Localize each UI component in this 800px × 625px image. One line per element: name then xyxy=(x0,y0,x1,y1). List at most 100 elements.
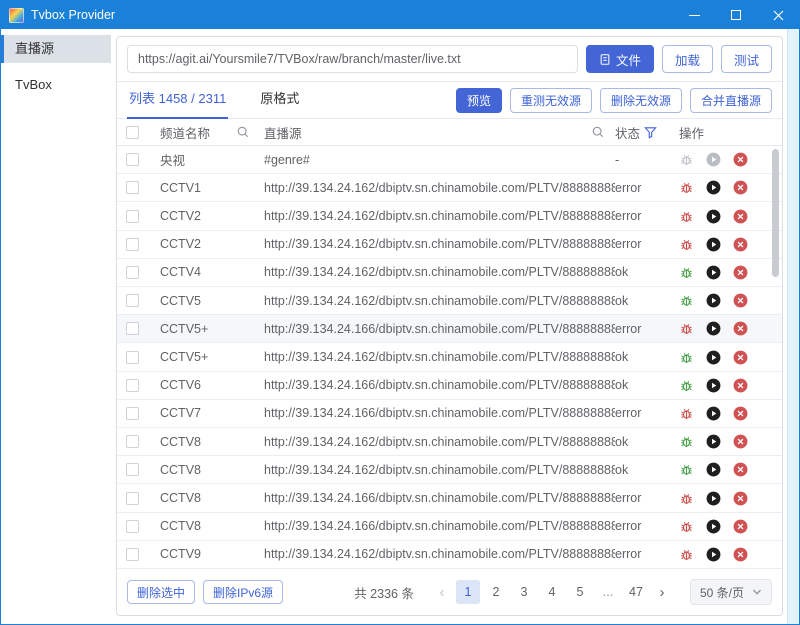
source-search-icon[interactable] xyxy=(591,125,605,139)
row-checkbox[interactable] xyxy=(126,520,139,533)
delete-button[interactable] xyxy=(733,321,748,336)
bug-test-icon[interactable] xyxy=(679,519,694,534)
retest-invalid-button[interactable]: 重测无效源 xyxy=(510,88,592,113)
maximize-button[interactable] xyxy=(715,1,757,29)
bug-test-icon[interactable] xyxy=(679,209,694,224)
window-scrollbar[interactable] xyxy=(787,29,799,624)
prev-page-icon[interactable]: ‹ xyxy=(432,584,452,601)
play-button[interactable] xyxy=(706,237,721,252)
load-button[interactable]: 加载 xyxy=(662,45,713,73)
bug-test-icon[interactable] xyxy=(679,434,694,449)
page-47[interactable]: 47 xyxy=(624,580,648,604)
row-checkbox[interactable] xyxy=(126,210,139,223)
select-all-checkbox[interactable] xyxy=(126,126,139,139)
delete-button[interactable] xyxy=(733,519,748,534)
merge-sources-button[interactable]: 合并直播源 xyxy=(690,88,772,113)
delete-button[interactable] xyxy=(733,406,748,421)
table-scrollbar[interactable] xyxy=(772,149,779,277)
row-checkbox[interactable] xyxy=(126,379,139,392)
bug-test-icon[interactable] xyxy=(679,491,694,506)
name-search-icon[interactable] xyxy=(236,125,250,139)
delete-button[interactable] xyxy=(733,293,748,308)
bug-test-icon[interactable] xyxy=(679,265,694,280)
delete-button[interactable] xyxy=(733,209,748,224)
tab-list[interactable]: 列表 1458 / 2311 xyxy=(127,81,228,119)
delete-button[interactable] xyxy=(733,491,748,506)
bug-test-icon[interactable] xyxy=(679,547,694,562)
play-button[interactable] xyxy=(706,378,721,393)
play-button[interactable] xyxy=(706,321,721,336)
status-filter-icon[interactable] xyxy=(644,126,657,139)
table-row[interactable]: CCTV5 http://39.134.24.162/dbiptv.sn.chi… xyxy=(117,287,782,315)
table-row[interactable]: CCTV7 http://39.134.24.166/dbiptv.sn.chi… xyxy=(117,400,782,428)
play-button[interactable] xyxy=(706,491,721,506)
minimize-button[interactable] xyxy=(673,1,715,29)
delete-button[interactable] xyxy=(733,350,748,365)
row-checkbox[interactable] xyxy=(126,294,139,307)
page-1[interactable]: 1 xyxy=(456,580,480,604)
delete-button[interactable] xyxy=(733,237,748,252)
page-5[interactable]: 5 xyxy=(568,580,592,604)
delete-button[interactable] xyxy=(733,547,748,562)
row-checkbox[interactable] xyxy=(126,238,139,251)
row-checkbox[interactable] xyxy=(126,463,139,476)
delete-button[interactable] xyxy=(733,180,748,195)
play-button[interactable] xyxy=(706,350,721,365)
play-button[interactable] xyxy=(706,547,721,562)
delete-invalid-button[interactable]: 删除无效源 xyxy=(600,88,682,113)
file-button[interactable]: 文件 xyxy=(586,45,654,73)
page-size-select[interactable]: 50 条/页 xyxy=(690,579,772,605)
delete-button[interactable] xyxy=(733,265,748,280)
row-checkbox[interactable] xyxy=(126,548,139,561)
delete-ipv6-button[interactable]: 删除IPv6源 xyxy=(203,580,283,604)
row-checkbox[interactable] xyxy=(126,407,139,420)
table-row[interactable]: CCTV8 http://39.134.24.166/dbiptv.sn.chi… xyxy=(117,513,782,541)
test-button[interactable]: 测试 xyxy=(721,45,772,73)
table-row[interactable]: CCTV6 http://39.134.24.166/dbiptv.sn.chi… xyxy=(117,372,782,400)
bug-test-icon[interactable] xyxy=(679,350,694,365)
bug-test-icon[interactable] xyxy=(679,152,694,167)
play-button[interactable] xyxy=(706,152,721,167)
play-button[interactable] xyxy=(706,265,721,280)
table-row[interactable]: CCTV8 http://39.134.24.162/dbiptv.sn.chi… xyxy=(117,456,782,484)
page-3[interactable]: 3 xyxy=(512,580,536,604)
bug-test-icon[interactable] xyxy=(679,321,694,336)
table-row[interactable]: CCTV4 http://39.134.24.162/dbiptv.sn.chi… xyxy=(117,259,782,287)
page-4[interactable]: 4 xyxy=(540,580,564,604)
row-checkbox[interactable] xyxy=(126,435,139,448)
play-button[interactable] xyxy=(706,209,721,224)
table-row[interactable]: CCTV9 http://39.134.24.162/dbiptv.sn.chi… xyxy=(117,541,782,569)
table-row[interactable]: CCTV5+ http://39.134.24.162/dbiptv.sn.ch… xyxy=(117,343,782,371)
table-row[interactable]: CCTV2 http://39.134.24.162/dbiptv.sn.chi… xyxy=(117,202,782,230)
play-button[interactable] xyxy=(706,519,721,534)
table-row[interactable]: CCTV1 http://39.134.24.162/dbiptv.sn.chi… xyxy=(117,174,782,202)
preview-button[interactable]: 预览 xyxy=(456,88,502,113)
row-checkbox[interactable] xyxy=(126,266,139,279)
table-row[interactable]: 央视 #genre# - xyxy=(117,146,782,174)
delete-button[interactable] xyxy=(733,462,748,477)
bug-test-icon[interactable] xyxy=(679,180,694,195)
close-button[interactable] xyxy=(757,1,799,29)
play-button[interactable] xyxy=(706,406,721,421)
play-button[interactable] xyxy=(706,434,721,449)
page-2[interactable]: 2 xyxy=(484,580,508,604)
delete-selected-button[interactable]: 删除选中 xyxy=(127,580,195,604)
table-row[interactable]: CCTV8 http://39.134.24.166/dbiptv.sn.chi… xyxy=(117,484,782,512)
table-row[interactable]: CCTV2 http://39.134.24.162/dbiptv.sn.chi… xyxy=(117,231,782,259)
play-button[interactable] xyxy=(706,462,721,477)
delete-button[interactable] xyxy=(733,434,748,449)
row-checkbox[interactable] xyxy=(126,322,139,335)
bug-test-icon[interactable] xyxy=(679,237,694,252)
bug-test-icon[interactable] xyxy=(679,378,694,393)
row-checkbox[interactable] xyxy=(126,153,139,166)
table-row[interactable]: CCTV5+ http://39.134.24.166/dbiptv.sn.ch… xyxy=(117,315,782,343)
play-button[interactable] xyxy=(706,293,721,308)
table-row[interactable]: CCTV8 http://39.134.24.162/dbiptv.sn.chi… xyxy=(117,428,782,456)
delete-button[interactable] xyxy=(733,378,748,393)
bug-test-icon[interactable] xyxy=(679,293,694,308)
row-checkbox[interactable] xyxy=(126,351,139,364)
bug-test-icon[interactable] xyxy=(679,406,694,421)
row-checkbox[interactable] xyxy=(126,181,139,194)
bug-test-icon[interactable] xyxy=(679,462,694,477)
play-button[interactable] xyxy=(706,180,721,195)
